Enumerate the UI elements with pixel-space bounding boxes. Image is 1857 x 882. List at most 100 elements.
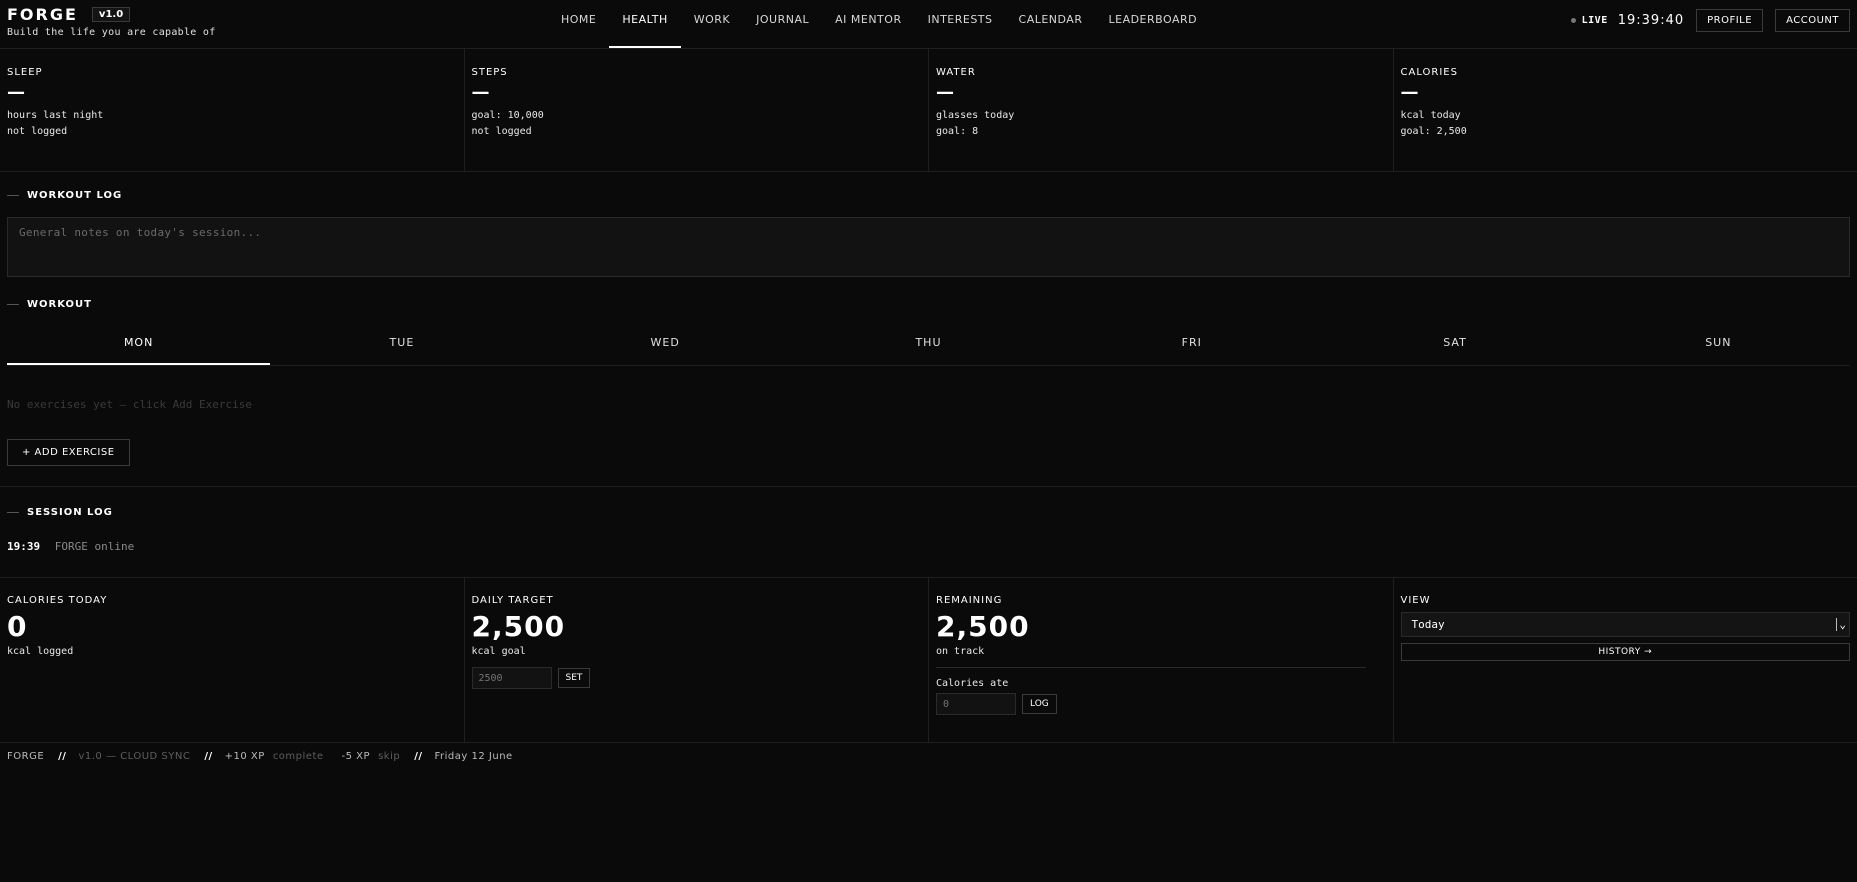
footer-date: Friday 12 June [434,751,513,762]
tab-thu[interactable]: THU [797,328,1060,365]
calories-panel: CALORIES TODAY 0 kcal logged DAILY TARGE… [0,577,1857,743]
add-exercise-button[interactable]: + ADD EXERCISE [7,439,130,466]
stats-row: SLEEP — hours last night not logged STEP… [0,49,1857,172]
nav-work[interactable]: WORK [681,0,743,48]
stat-sub: hours last night [7,110,104,121]
daily-target: DAILY TARGET 2,500 kcal goal SET [465,578,929,742]
tab-wed[interactable]: WED [534,328,797,365]
calories-today: CALORIES TODAY 0 kcal logged [0,578,465,742]
stat-sub: not logged [471,126,532,137]
main-nav: HOME HEALTH WORK JOURNAL AI MENTOR INTER… [548,0,1210,48]
view-selected: Today [1411,618,1445,631]
stat-value: — [471,82,490,103]
session-log-title: SESSION LOG [7,507,1850,518]
stat-label: STEPS [471,67,508,78]
target-input-row: SET [471,667,922,689]
stat-label: SLEEP [7,67,43,78]
remaining-sub: on track [936,646,985,657]
footer-sep: // [58,751,67,762]
nav-journal[interactable]: JOURNAL [743,0,822,48]
section-dash-icon [7,195,19,196]
daily-target-value: 2,500 [471,610,566,643]
nav-interests[interactable]: INTERESTS [915,0,1006,48]
daily-target-sub: kcal goal [471,646,526,657]
tab-mon[interactable]: MON [7,328,271,365]
remaining: REMAINING 2,500 on track Calories ate LO… [929,578,1394,742]
footer-xp-plus: +10 XP [224,751,265,762]
section-title: SESSION LOG [27,507,113,518]
tab-fri[interactable]: FRI [1060,328,1323,365]
tab-sun[interactable]: SUN [1587,328,1850,365]
stat-sub: goal: 10,000 [471,110,544,121]
session-log-section: SESSION LOG [0,487,1857,518]
stat-sub: glasses today [936,110,1015,121]
remaining-label: REMAINING [936,595,1003,606]
set-target-button[interactable]: SET [557,668,591,688]
stat-value: — [7,82,25,103]
profile-button[interactable]: PROFILE [1696,9,1764,32]
header-right: LIVE 19:39:40 PROFILE ACCOUNT [1570,9,1850,32]
nav-home[interactable]: HOME [548,0,609,48]
stat-label: WATER [936,67,976,78]
live-indicator: LIVE [1581,15,1608,26]
workout-notes-input[interactable]: General notes on today's session... [7,217,1850,277]
account-button[interactable]: ACCOUNT [1775,9,1850,32]
stat-water[interactable]: WATER — glasses today goal: 8 [929,49,1394,171]
nav-leaderboard[interactable]: LEADERBOARD [1095,0,1210,48]
stat-value: — [1400,82,1419,103]
nav-health[interactable]: HEALTH [609,0,681,48]
stat-steps[interactable]: STEPS — goal: 10,000 not logged [465,49,929,171]
footer-version: v1.0 — CLOUD SYNC [78,751,191,762]
clock: 19:39:40 [1617,13,1685,28]
live-dot-icon [1570,18,1576,23]
nav-ai-mentor[interactable]: AI MENTOR [822,0,914,48]
section-dash-icon [7,512,19,513]
section-title: WORKOUT [27,299,92,310]
stat-value: — [936,82,954,103]
stat-sub: not logged [7,126,68,137]
log-message: FORGE online [54,540,135,553]
divider [936,667,1366,668]
ate-input-row: LOG [936,693,1386,715]
session-log-entry: 19:39 FORGE online [7,540,1850,553]
tagline: Build the life you are capable of [7,27,216,38]
history-button[interactable]: HISTORY → [1400,643,1850,661]
footer: FORGE // v1.0 — CLOUD SYNC // +10 XP com… [0,743,1857,762]
section-title: WORKOUT LOG [27,190,123,201]
app-logo[interactable]: FORGE [7,5,78,24]
calories-ate-label: Calories ate [936,678,1009,689]
tab-sat[interactable]: SAT [1323,328,1586,365]
stat-sleep[interactable]: SLEEP — hours last night not logged [0,49,465,171]
footer-skip: skip [378,751,401,762]
stat-sub: kcal today [1400,110,1461,121]
footer-complete: complete [272,751,324,762]
workout-title: WORKOUT [7,299,1850,310]
nav-calendar[interactable]: CALENDAR [1006,0,1096,48]
footer-xp-minus: -5 XP [341,751,371,762]
chevron-down-icon: ⌄ [1836,618,1846,631]
stat-calories[interactable]: CALORIES — kcal today goal: 2,500 [1394,49,1857,171]
calories-ate-input[interactable] [936,693,1016,715]
version-badge: v1.0 [91,7,131,22]
view-label: VIEW [1400,595,1431,606]
footer-brand: FORGE [7,751,45,762]
stat-label: CALORIES [1400,67,1458,78]
stat-sub: goal: 2,500 [1400,126,1467,137]
day-tabs: MON TUE WED THU FRI SAT SUN [7,328,1850,366]
top-header: FORGE v1.0 Build the life you are capabl… [0,0,1857,49]
remaining-value: 2,500 [936,610,1030,643]
workout-section: WORKOUT [0,277,1857,310]
calories-today-sub: kcal logged [7,646,74,657]
calories-today-label: CALORIES TODAY [7,595,108,606]
log-calories-button[interactable]: LOG [1022,694,1057,714]
footer-sep: // [204,751,213,762]
footer-sep: // [414,751,423,762]
stat-sub: goal: 8 [936,126,979,137]
brand: FORGE v1.0 Build the life you are capabl… [7,5,216,38]
tab-tue[interactable]: TUE [270,328,533,365]
daily-target-label: DAILY TARGET [471,595,554,606]
target-input[interactable] [471,667,552,689]
workout-log-section: WORKOUT LOG [0,172,1857,201]
view-select[interactable]: Today ⌄ [1400,612,1850,637]
empty-exercises-message: No exercises yet — click Add Exercise [7,398,253,411]
